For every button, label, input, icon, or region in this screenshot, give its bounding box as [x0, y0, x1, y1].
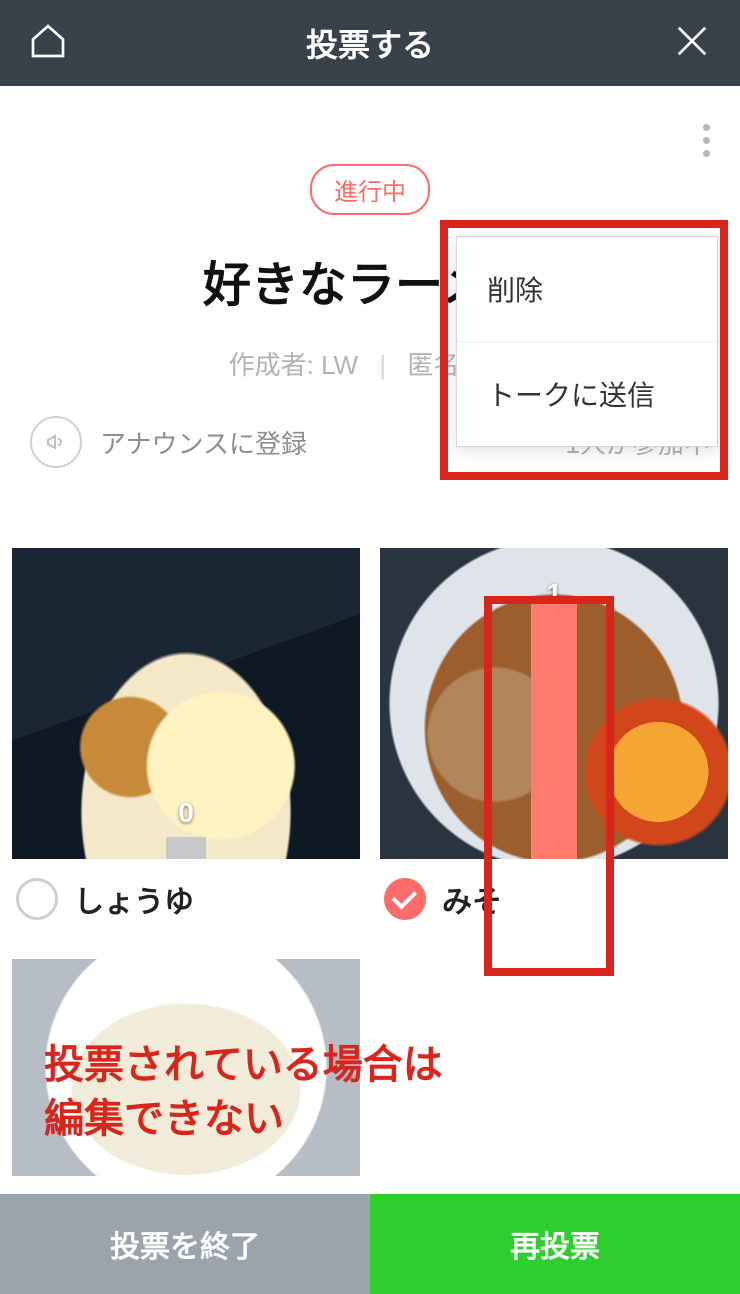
menu-item-delete[interactable]: 削除: [457, 237, 717, 342]
author-name: LW: [321, 350, 358, 380]
home-icon[interactable]: [28, 21, 68, 66]
header-bar: 投票する: [0, 0, 740, 86]
context-menu: 削除 トークに送信: [456, 236, 718, 447]
status-badge: 進行中: [310, 164, 430, 215]
close-icon[interactable]: [672, 21, 712, 66]
end-poll-button[interactable]: 投票を終了: [0, 1194, 370, 1294]
vote-bar: [531, 599, 577, 859]
vote-count: 0: [178, 797, 194, 829]
announce-label: アナウンスに登録: [100, 424, 307, 461]
poll-option[interactable]: 0 しょうゆ: [12, 548, 360, 939]
vote-bar: [166, 837, 206, 859]
poll-option[interactable]: [12, 959, 360, 1177]
announce-register[interactable]: アナウンスに登録: [30, 416, 307, 468]
menu-item-send-to-talk[interactable]: トークに送信: [457, 342, 717, 446]
option-image: [12, 959, 360, 1177]
revote-button[interactable]: 再投票: [370, 1194, 740, 1294]
option-image: 1: [380, 548, 728, 859]
footer-bar: 投票を終了 再投票: [0, 1194, 740, 1294]
poll-option[interactable]: 1 みそ: [380, 548, 728, 939]
content-area: 進行中 好きなラーメン 作成者: LW | 匿名投票 アナウンスに登録 1人が参…: [0, 86, 740, 1276]
more-options-icon[interactable]: [695, 116, 718, 165]
option-image: 0: [12, 548, 360, 859]
option-label: しょうゆ: [74, 877, 194, 921]
page-title: 投票する: [306, 20, 434, 66]
radio-unchecked-icon[interactable]: [16, 878, 58, 920]
megaphone-icon: [30, 416, 82, 468]
meta-separator: |: [379, 350, 386, 380]
option-label: みそ: [442, 877, 502, 921]
author-label: 作成者: [229, 350, 307, 380]
radio-checked-icon[interactable]: [384, 878, 426, 920]
